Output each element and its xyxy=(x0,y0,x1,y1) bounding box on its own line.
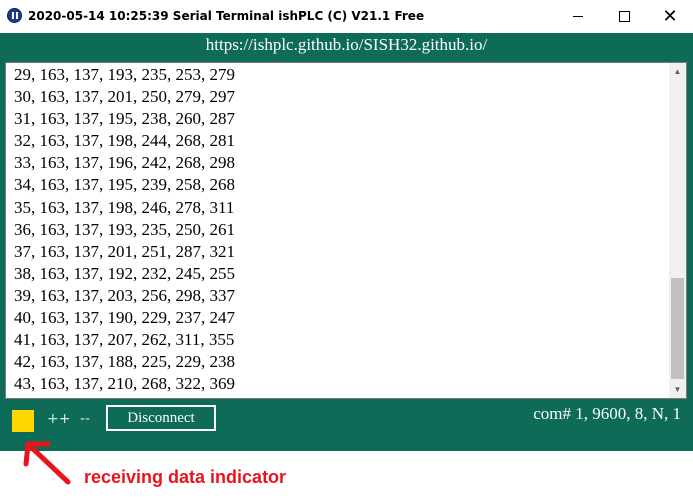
terminal-line: 37, 163, 137, 201, 251, 287, 321 xyxy=(14,241,235,261)
terminal-line: 31, 163, 137, 195, 238, 260, 287 xyxy=(14,109,235,129)
app-icon xyxy=(7,8,22,23)
terminal-line: 33, 163, 137, 196, 242, 268, 298 xyxy=(14,153,235,173)
maximize-button[interactable] xyxy=(601,0,647,33)
terminal-line: 32, 163, 137, 198, 244, 268, 281 xyxy=(14,131,235,151)
scroll-up-arrow-icon[interactable]: ▲ xyxy=(669,63,686,80)
com-port-status: com# 1, 9600, 8, N, 1 xyxy=(533,404,681,423)
annotation-label: receiving data indicator xyxy=(84,467,287,487)
minimize-button[interactable] xyxy=(555,0,601,33)
minimize-icon xyxy=(573,16,583,17)
vertical-scrollbar[interactable]: ▲ ▼ xyxy=(669,63,686,398)
terminal-line: 29, 163, 137, 193, 235, 253, 279 xyxy=(14,65,235,84)
disconnect-button[interactable]: Disconnect xyxy=(106,405,216,431)
terminal-output[interactable]: 29, 163, 137, 193, 235, 253, 279 30, 163… xyxy=(5,62,687,399)
decrease-button[interactable]: -- xyxy=(80,411,90,427)
terminal-line: 35, 163, 137, 198, 246, 278, 311 xyxy=(14,197,235,217)
terminal-lines: 29, 163, 137, 193, 235, 253, 279 30, 163… xyxy=(14,64,235,395)
terminal-line: 30, 163, 137, 201, 250, 279, 297 xyxy=(14,87,235,107)
title-bar: 2020-05-14 10:25:39 Serial Terminal ishP… xyxy=(0,0,693,33)
receiving-data-indicator xyxy=(12,410,34,432)
scroll-down-arrow-icon[interactable]: ▼ xyxy=(669,381,686,398)
maximize-icon xyxy=(618,11,630,22)
terminal-line: 43, 163, 137, 210, 268, 322, 369 xyxy=(14,374,235,394)
window-title: 2020-05-14 10:25:39 Serial Terminal ishP… xyxy=(28,9,425,23)
red-arrow-icon xyxy=(23,441,71,485)
terminal-line: 42, 163, 137, 188, 225, 229, 238 xyxy=(14,352,235,372)
increase-button[interactable]: ++ xyxy=(47,411,70,427)
url-link[interactable]: https://ishplc.github.io/SISH32.github.i… xyxy=(0,33,693,59)
terminal-line: 39, 163, 137, 203, 256, 298, 337 xyxy=(14,285,235,305)
terminal-line: 38, 163, 137, 192, 232, 245, 255 xyxy=(14,263,235,283)
scroll-thumb[interactable] xyxy=(671,278,684,379)
terminal-frame: https://ishplc.github.io/SISH32.github.i… xyxy=(0,33,693,451)
terminal-line: 40, 163, 137, 190, 229, 237, 247 xyxy=(14,308,235,328)
terminal-line: 41, 163, 137, 207, 262, 311, 355 xyxy=(14,330,235,350)
terminal-line: 34, 163, 137, 195, 239, 258, 268 xyxy=(14,175,235,195)
close-button[interactable]: ✕ xyxy=(647,0,693,33)
terminal-line: 36, 163, 137, 193, 235, 250, 261 xyxy=(14,219,235,239)
close-icon: ✕ xyxy=(662,5,678,27)
